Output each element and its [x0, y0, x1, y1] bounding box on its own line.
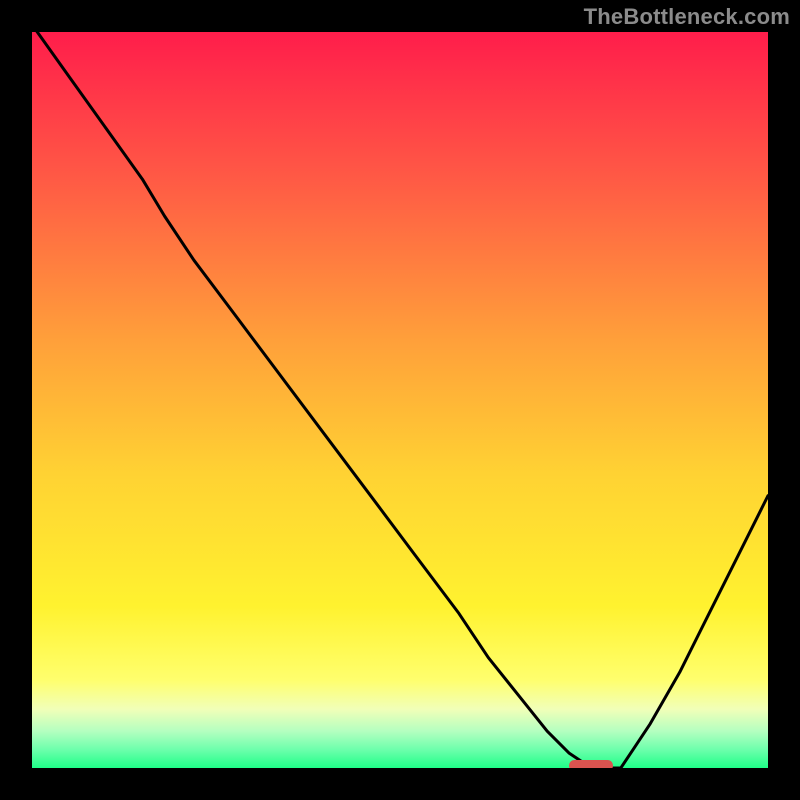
chart-frame: TheBottleneck.com — [0, 0, 800, 800]
watermark-label: TheBottleneck.com — [584, 4, 790, 30]
optimal-marker — [569, 760, 613, 768]
plot-area — [32, 32, 768, 768]
background-gradient — [32, 32, 768, 768]
